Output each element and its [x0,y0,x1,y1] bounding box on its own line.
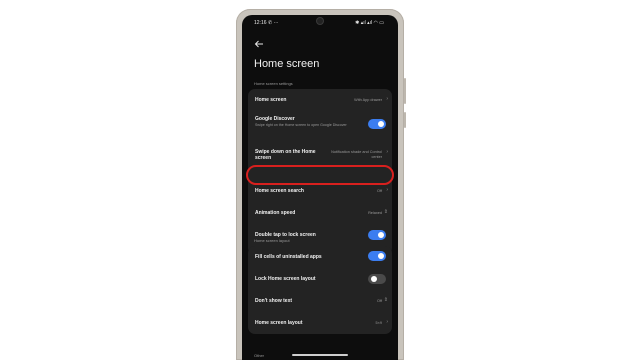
row-title: Lock Home screen layout [255,276,316,282]
chevron-right-icon: › [386,96,388,102]
row-value: Off [377,298,382,303]
toggle-knob [378,253,384,259]
status-time: 12:16 [254,20,267,26]
status-bar: 12:16 ✆ ··· ✱ ▴ıl ▴ıl ◠ ▭ [242,15,398,31]
status-right-icons: ✱ ▴ıl ▴ıl ◠ ▭ [355,20,384,26]
row-value: Off [377,188,382,193]
google-discover-toggle[interactable] [368,119,386,129]
toggle-knob [371,276,377,282]
row-title: Google Discover [255,116,295,122]
row-title: Home screen search [255,188,304,194]
row-home-screen[interactable]: Home screen With App drawer › [248,89,392,109]
back-arrow-icon[interactable] [254,39,264,52]
gesture-nav-bar[interactable] [292,354,348,356]
row-fill-cells[interactable]: Fill cells of uninstalled apps [248,246,392,268]
row-value: With App drawer [354,97,382,102]
toggle-knob [378,232,384,238]
highlight-annotation [246,165,394,185]
page-title: Home screen [254,58,320,70]
row-value: Notification shade and Control center [331,150,382,159]
row-google-discover[interactable]: Google Discover Swipe right on the Home … [248,109,392,135]
layout-card: Fill cells of uninstalled apps Lock Home… [248,246,392,334]
row-subtitle: Swipe right on the Home screen to open G… [255,122,347,127]
section-label-other: Other [254,353,265,358]
row-title: Home screen layout [255,320,303,326]
fill-cells-toggle[interactable] [368,251,386,261]
chevron-updown-icon: ⇕ [383,209,388,215]
row-lock-layout[interactable]: Lock Home screen layout [248,268,392,288]
chevron-right-icon: › [386,319,388,325]
section-label-layout: Home screen layout [254,238,290,243]
chevron-updown-icon: ⇕ [383,297,388,303]
section-label-settings: Home screen settings [254,81,293,86]
row-title: Don't show text [255,298,293,304]
double-tap-lock-toggle[interactable] [368,230,386,240]
row-animation-speed[interactable]: Animation speed Relaxed ⇕ [248,203,392,223]
row-title: Swipe down on the Home screen [255,149,316,161]
power-button [404,112,406,128]
chevron-right-icon: › [386,187,388,193]
row-value: Relaxed [368,210,382,215]
chevron-right-icon: › [386,149,388,155]
phone-screen: 12:16 ✆ ··· ✱ ▴ıl ▴ıl ◠ ▭ Home screen Ho… [242,15,398,360]
row-title: Animation speed [255,210,296,216]
row-dont-show-text[interactable]: Don't show text Off ⇕ [248,290,392,310]
lock-layout-toggle[interactable] [368,274,386,284]
row-title: Fill cells of uninstalled apps [255,254,322,260]
row-home-screen-layout[interactable]: Home screen layout 5×9 › [248,312,392,332]
volume-button [404,78,406,104]
row-title: Home screen [255,97,287,103]
status-left-icons: ✆ ··· [268,20,279,26]
toggle-knob [378,121,384,127]
front-camera-icon [317,18,323,24]
row-value: 5×9 [375,320,382,325]
